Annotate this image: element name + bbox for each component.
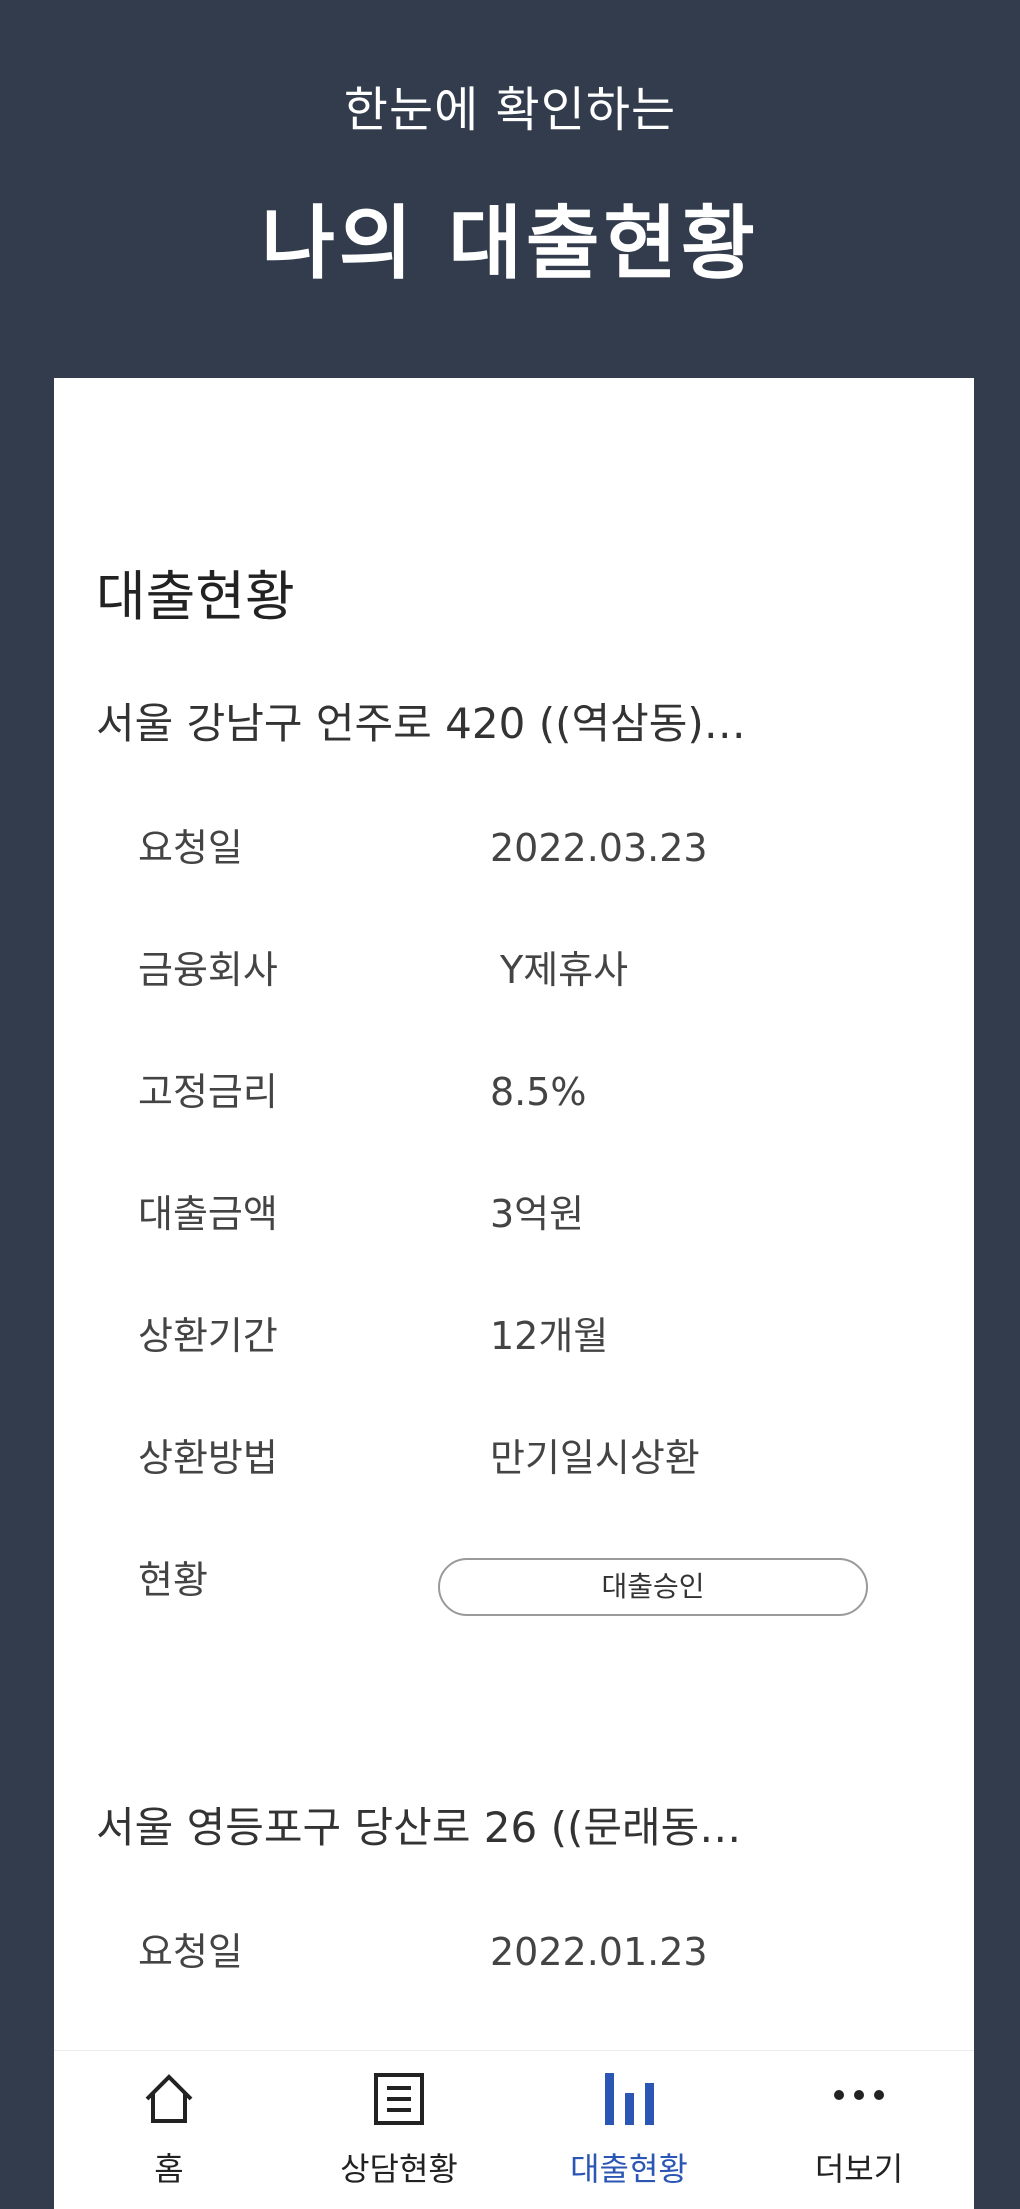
loan-address-2[interactable]: 서울 영등포구 당산로 26 ((문래동… bbox=[96, 1802, 741, 1854]
row-label: 현황 bbox=[138, 1558, 208, 1602]
row-label: 대출금액 bbox=[138, 1192, 278, 1236]
row-label: 상환기간 bbox=[138, 1314, 278, 1358]
row-label: 고정금리 bbox=[138, 1070, 278, 1114]
nav-item-more[interactable]: 더보기 bbox=[744, 2051, 974, 2209]
bottom-nav: 홈 상담현황 대출현황 더보기 bbox=[54, 2050, 974, 2209]
nav-item-home[interactable]: 홈 bbox=[54, 2051, 284, 2209]
row-label: 상환방법 bbox=[138, 1436, 278, 1480]
nav-label: 상담현황 bbox=[340, 2150, 458, 2188]
row-value: 3억원 bbox=[490, 1192, 585, 1236]
bar-chart-icon bbox=[605, 2073, 654, 2125]
nav-label: 더보기 bbox=[814, 2150, 904, 2188]
nav-item-loan-status[interactable]: 대출현황 bbox=[514, 2051, 744, 2209]
nav-label: 홈 bbox=[154, 2150, 184, 2188]
loan-status-card: 대출현황 서울 강남구 언주로 420 ((역삼동)… 요청일 2022.03.… bbox=[54, 378, 974, 2050]
row-label: 요청일 bbox=[138, 1930, 243, 1974]
nav-label: 대출현황 bbox=[570, 2150, 688, 2188]
page-title: 나의 대출현황 bbox=[261, 197, 759, 290]
home-icon bbox=[145, 2074, 193, 2123]
loan-row-request-date: 요청일 2022.01.23 bbox=[138, 1926, 938, 1978]
more-icon bbox=[834, 2090, 884, 2100]
loan-row-fixed-rate: 고정금리 8.5% bbox=[138, 1066, 938, 1118]
loan-address-1[interactable]: 서울 강남구 언주로 420 ((역삼동)… bbox=[96, 698, 746, 750]
loan-row-repayment-method: 상환방법 만기일시상환 bbox=[138, 1432, 938, 1484]
loan-row-repayment-period: 상환기간 12개월 bbox=[138, 1310, 938, 1362]
document-icon bbox=[374, 2073, 424, 2125]
row-value: Y제휴사 bbox=[500, 948, 629, 992]
row-label: 금융회사 bbox=[138, 948, 278, 992]
row-value: 2022.01.23 bbox=[490, 1930, 708, 1974]
header: 한눈에 확인하는 나의 대출현황 bbox=[0, 0, 1020, 378]
section-title: 대출현황 bbox=[96, 565, 295, 628]
row-value: 2022.03.23 bbox=[490, 826, 708, 870]
header-subtitle: 한눈에 확인하는 bbox=[343, 82, 677, 138]
row-value: 만기일시상환 bbox=[490, 1436, 700, 1480]
row-value: 12개월 bbox=[490, 1314, 609, 1358]
row-value: 8.5% bbox=[490, 1070, 587, 1114]
loan-row-request-date: 요청일 2022.03.23 bbox=[138, 822, 938, 874]
nav-item-consultation[interactable]: 상담현황 bbox=[284, 2051, 514, 2209]
loan-row-loan-amount: 대출금액 3억원 bbox=[138, 1188, 938, 1240]
status-badge[interactable]: 대출승인 bbox=[438, 1558, 868, 1616]
row-label: 요청일 bbox=[138, 826, 243, 870]
loan-row-financial-company: 금융회사 Y제휴사 bbox=[138, 944, 938, 996]
